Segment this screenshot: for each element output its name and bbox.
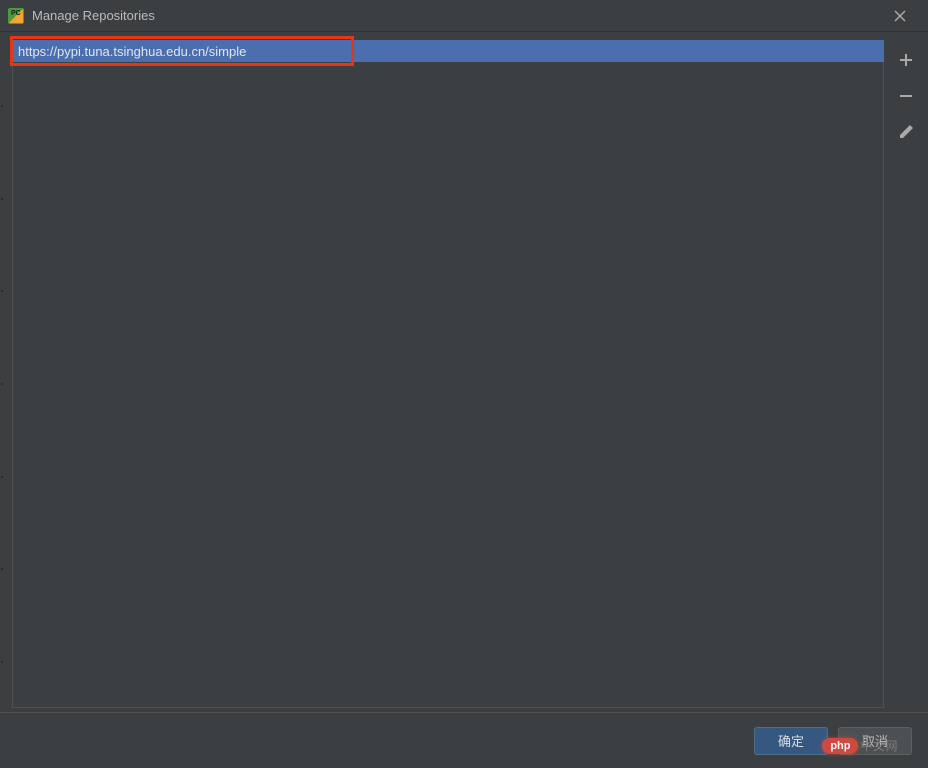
remove-repository-button[interactable] (892, 84, 920, 108)
close-window-button[interactable] (880, 2, 920, 30)
plus-icon (898, 52, 914, 68)
close-icon (894, 10, 906, 22)
watermark-text: 中文网 (860, 737, 898, 754)
pycharm-app-icon (8, 8, 24, 24)
watermark-logo-pill: php (822, 738, 858, 754)
repository-list[interactable]: https://pypi.tuna.tsinghua.edu.cn/simple (12, 40, 884, 708)
window-title: Manage Repositories (32, 8, 880, 23)
minus-icon (898, 88, 914, 104)
watermark: php 中文网 (822, 737, 898, 754)
edit-repository-button[interactable] (892, 120, 920, 144)
repository-list-empty-area[interactable] (12, 62, 884, 708)
titlebar[interactable]: Manage Repositories (0, 0, 928, 32)
side-toolbar (888, 40, 924, 144)
pencil-icon (898, 124, 914, 140)
add-repository-button[interactable] (892, 48, 920, 72)
repository-list-item-selected[interactable]: https://pypi.tuna.tsinghua.edu.cn/simple (12, 40, 884, 62)
dialog-button-bar: 确定 取消 (0, 712, 928, 768)
ok-button-label: 确定 (778, 731, 804, 750)
left-edge-decoration (0, 60, 3, 708)
ok-button[interactable]: 确定 (754, 727, 828, 755)
repository-url-text: https://pypi.tuna.tsinghua.edu.cn/simple (18, 44, 246, 59)
